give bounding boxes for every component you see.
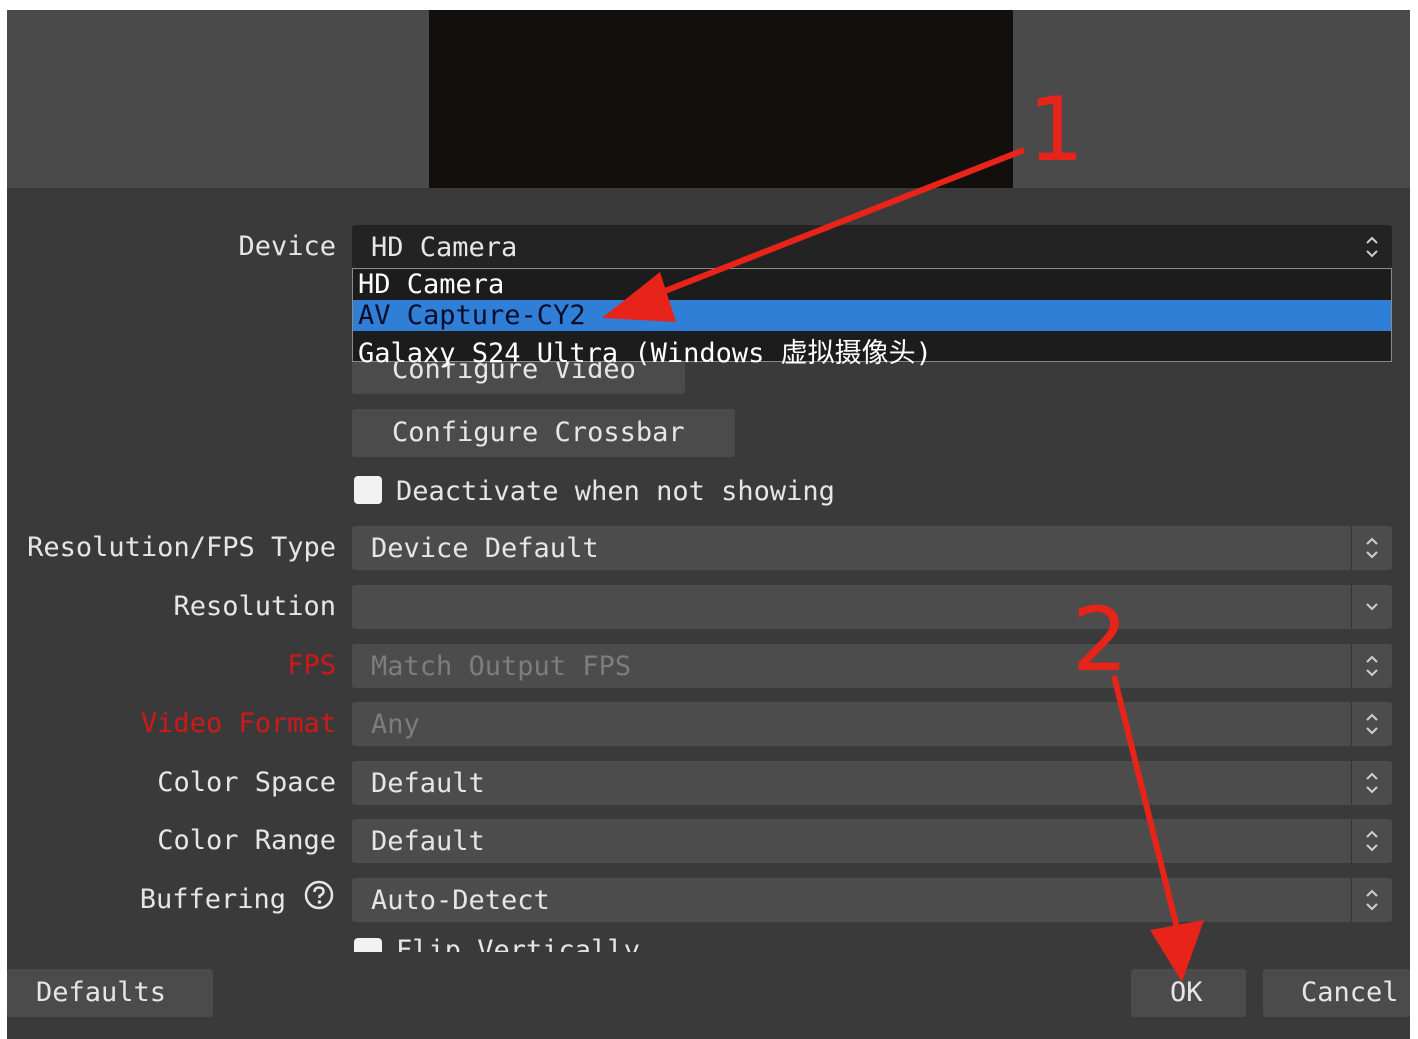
resolution-fps-type-label: Resolution/FPS Type [27, 532, 336, 563]
buffering-select[interactable]: Auto-Detect [352, 878, 1392, 922]
fps-label: FPS [287, 650, 336, 681]
cancel-button[interactable]: Cancel [1263, 969, 1410, 1017]
buffering-label: Buffering [139, 884, 286, 915]
annotation-step-2: 2 [1072, 588, 1128, 691]
ok-button[interactable]: OK [1131, 969, 1246, 1017]
color-range-label: Color Range [157, 825, 336, 856]
device-option[interactable]: HD Camera [353, 269, 1391, 300]
video-preview [429, 10, 1013, 188]
configure-crossbar-button[interactable]: Configure Crossbar [352, 409, 735, 457]
resolution-fps-type-select[interactable]: Device Default [352, 526, 1392, 570]
device-dropdown-list: HD Camera AV Capture-CY2 Galaxy S24 Ultr… [352, 268, 1392, 369]
configure-crossbar-label: Configure Crossbar [392, 417, 685, 448]
resolution-fps-type-value: Device Default [371, 533, 599, 564]
video-format-value: Any [371, 709, 420, 740]
color-space-select[interactable]: Default [352, 761, 1392, 805]
color-space-label: Color Space [157, 767, 336, 798]
cancel-label: Cancel [1301, 977, 1399, 1008]
ok-label: OK [1170, 977, 1203, 1008]
updown-chevron-icon [1351, 702, 1392, 746]
color-range-select[interactable]: Default [352, 819, 1392, 863]
updown-chevron-icon [1352, 225, 1392, 269]
device-option-label: AV Capture-CY2 [358, 300, 586, 331]
device-select[interactable]: HD Camera [352, 225, 1392, 269]
updown-chevron-icon [1351, 878, 1392, 922]
deactivate-label: Deactivate when not showing [396, 476, 835, 507]
buffering-value: Auto-Detect [371, 885, 550, 916]
fps-value: Match Output FPS [371, 651, 632, 682]
updown-chevron-icon [1351, 526, 1392, 570]
updown-chevron-icon [1351, 644, 1392, 688]
preview-area [7, 10, 1410, 188]
annotation-step-1: 1 [1028, 78, 1084, 181]
device-option[interactable]: Galaxy S24 Ultra (Windows 虚拟摄像头) [353, 331, 1391, 369]
color-range-value: Default [371, 826, 485, 857]
updown-chevron-icon [1351, 819, 1392, 863]
color-space-value: Default [371, 768, 485, 799]
device-option-label: HD Camera [358, 269, 505, 300]
device-option-selected[interactable]: AV Capture-CY2 [353, 300, 1391, 331]
defaults-button[interactable]: Defaults [7, 969, 213, 1017]
resolution-select[interactable] [352, 585, 1392, 629]
dialog-footer: Defaults OK Cancel [7, 952, 1410, 1039]
defaults-label: Defaults [36, 977, 167, 1008]
fps-select[interactable]: Match Output FPS [352, 644, 1392, 688]
properties-dialog: Device HD Camera Configure Video Configu… [7, 10, 1410, 1039]
device-label: Device [238, 231, 336, 262]
help-circle-icon[interactable] [303, 879, 335, 911]
updown-chevron-icon [1351, 761, 1392, 805]
video-format-label: Video Format [140, 708, 336, 739]
chevron-down-icon [1351, 585, 1392, 629]
device-option-label: Galaxy S24 Ultra (Windows 虚拟摄像头) [358, 338, 932, 369]
video-format-select[interactable]: Any [352, 702, 1392, 746]
resolution-label: Resolution [173, 591, 336, 622]
device-select-value: HD Camera [371, 232, 518, 263]
deactivate-checkbox[interactable] [354, 476, 382, 504]
